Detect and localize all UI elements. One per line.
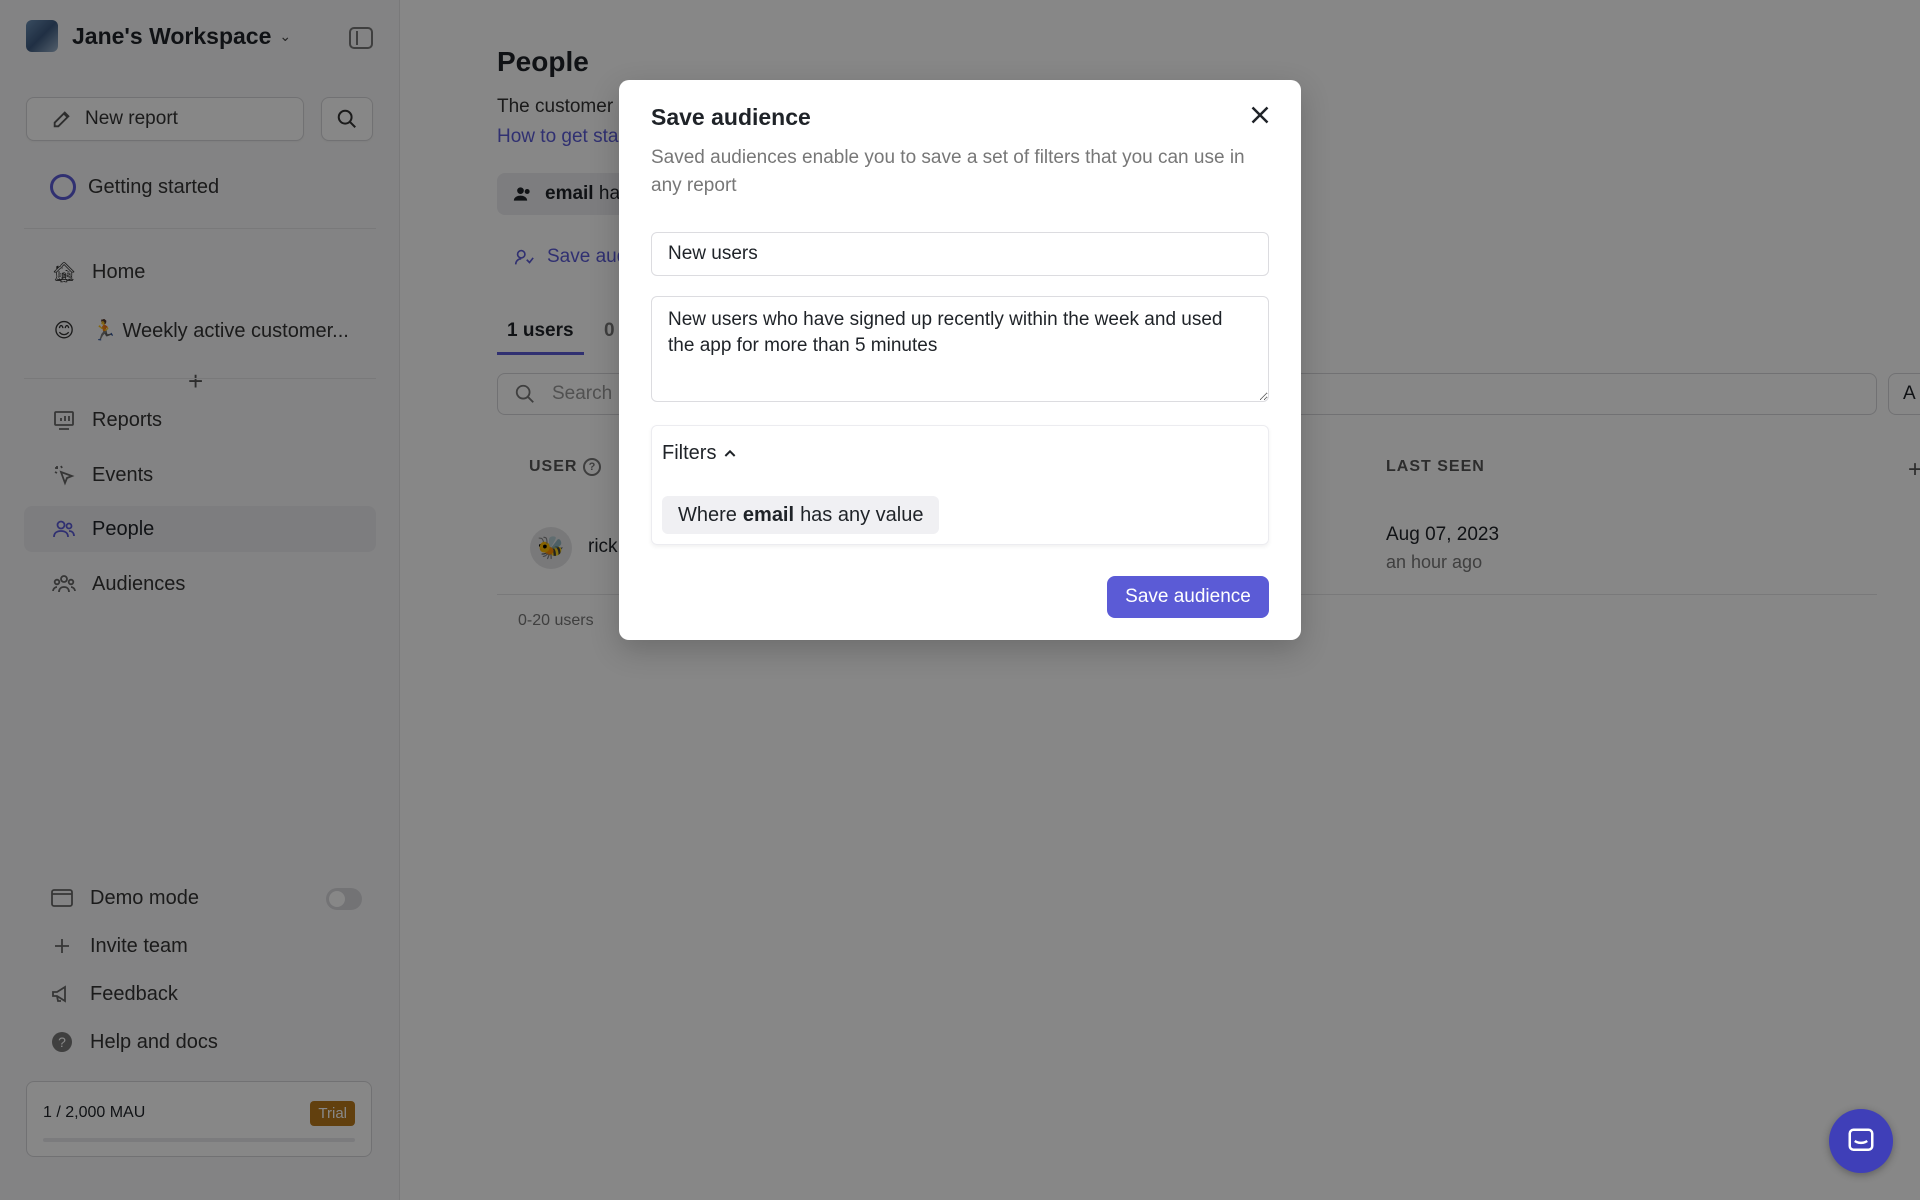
filter-where: Where xyxy=(678,503,737,526)
filters-label: Filters xyxy=(662,442,717,464)
save-audience-modal: Save audience Saved audiences enable you… xyxy=(619,80,1301,640)
filter-condition-chip[interactable]: Where email has any value xyxy=(662,496,940,534)
filter-field: email xyxy=(742,503,795,526)
close-icon xyxy=(1251,106,1269,124)
chat-icon xyxy=(1848,1128,1874,1151)
chevron-up-icon xyxy=(725,449,736,457)
modal-title: Save audience xyxy=(651,104,811,130)
close-button[interactable] xyxy=(1245,100,1275,130)
modal-subtitle: Saved audiences enable you to save a set… xyxy=(651,147,1245,196)
save-audience-button[interactable]: Save audience xyxy=(1107,576,1269,618)
audience-name-input[interactable] xyxy=(651,232,1269,276)
chat-launcher-button[interactable] xyxy=(1829,1109,1893,1173)
filters-panel: Filters Where email has any value xyxy=(651,425,1269,545)
audience-description-input[interactable]: New users who have signed up recently wi… xyxy=(651,296,1269,402)
filter-condition: has any value xyxy=(800,503,924,526)
filters-toggle[interactable]: Filters xyxy=(662,442,738,465)
